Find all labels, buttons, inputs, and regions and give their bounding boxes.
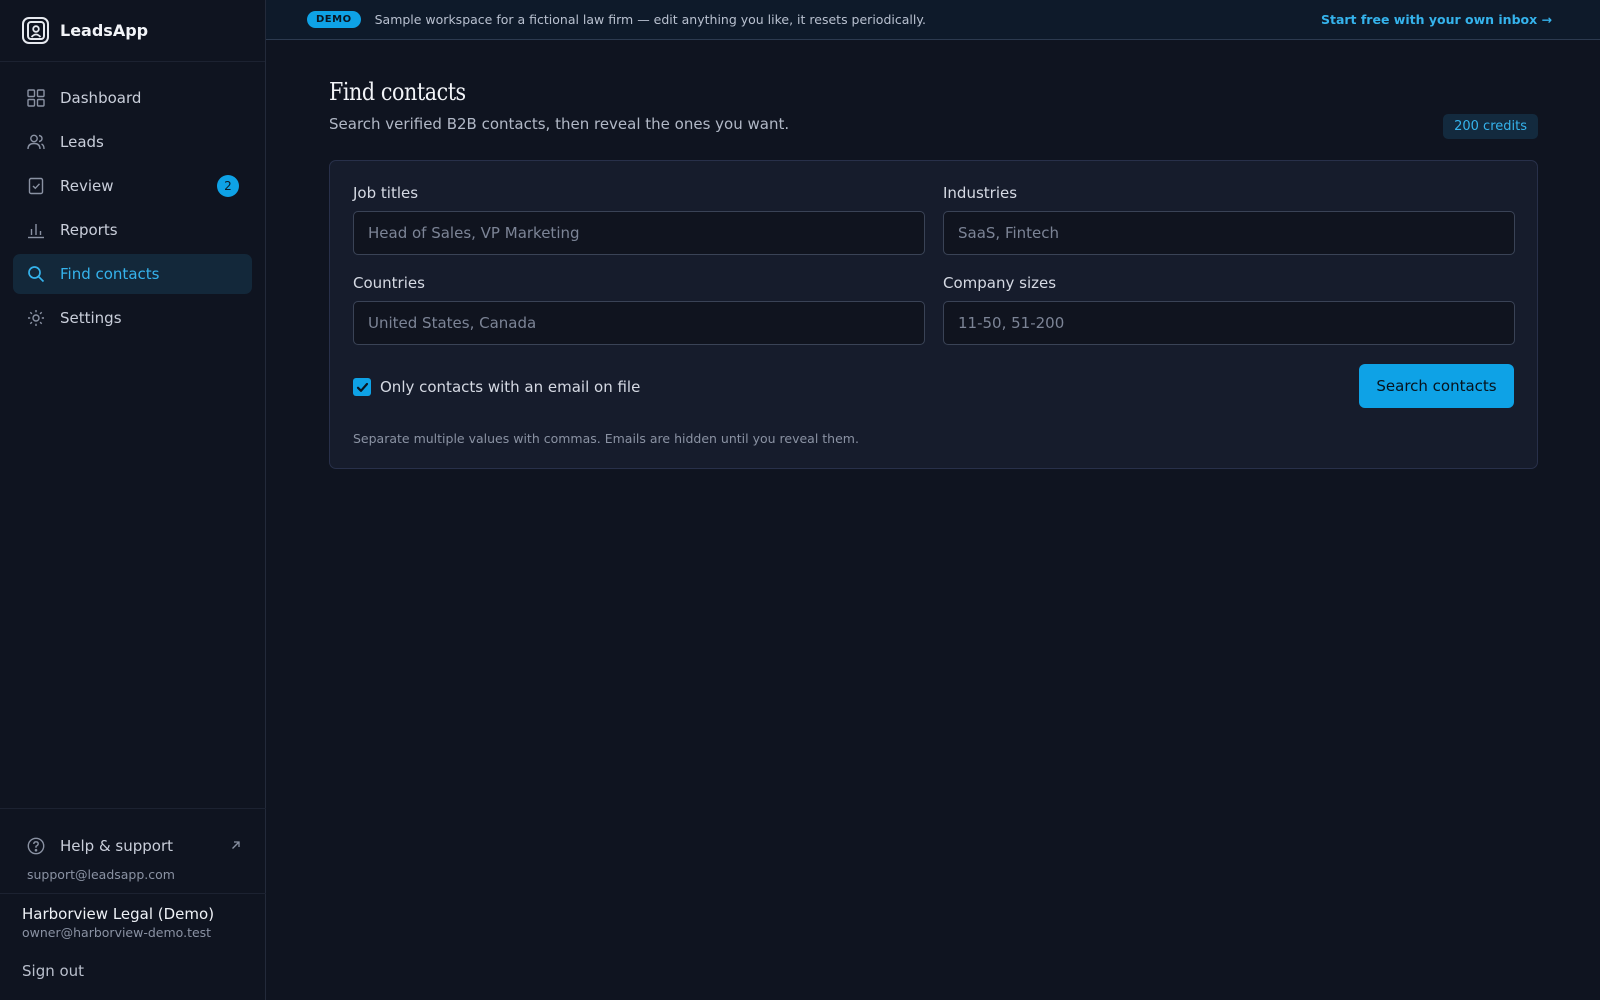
page-title: Find contacts <box>329 78 466 106</box>
page-subtitle: Search verified B2B contacts, then revea… <box>329 115 790 133</box>
form-actions: Only contacts with an email on file Sear… <box>353 364 1514 410</box>
bar-chart-icon <box>27 221 45 239</box>
main-content: Find contacts Search verified B2B contac… <box>329 40 1538 469</box>
company-sizes-input[interactable] <box>943 301 1515 345</box>
sidebar-item-label: Find contacts <box>60 265 160 283</box>
sidebar-item-find-contacts[interactable]: Find contacts <box>13 254 252 294</box>
sidebar-item-label: Leads <box>60 133 104 151</box>
support-email: support@leadsapp.com <box>0 867 266 894</box>
account-info: Harborview Legal (Demo) owner@harborview… <box>0 894 266 1000</box>
help-circle-icon <box>27 837 45 855</box>
help-support-link[interactable]: Help & support <box>13 829 253 863</box>
sidebar-item-label: Settings <box>60 309 122 327</box>
credits-badge: 200 credits <box>1443 114 1538 139</box>
grid-icon <box>27 89 45 107</box>
sidebar-nav: Dashboard Leads Review 2 Reports Find co… <box>0 62 265 338</box>
external-link-icon <box>229 838 243 852</box>
start-free-link[interactable]: Start free with your own inbox → <box>1321 12 1552 27</box>
demo-badge: DEMO <box>307 11 361 28</box>
sidebar-item-settings[interactable]: Settings <box>13 298 252 338</box>
search-icon <box>27 265 45 283</box>
help-support-label: Help & support <box>60 837 174 855</box>
job-titles-label: Job titles <box>353 184 419 202</box>
users-icon <box>27 133 45 151</box>
job-titles-field: Job titles <box>353 184 925 255</box>
app-name: LeadsApp <box>60 21 149 40</box>
logo-icon <box>22 17 49 44</box>
checkmark-icon <box>356 382 368 392</box>
sidebar-footer: Help & support support@leadsapp.com Harb… <box>0 808 266 1000</box>
account-name: Harborview Legal (Demo) <box>22 905 215 923</box>
sidebar-item-label: Reports <box>60 221 118 239</box>
sun-gear-icon <box>27 309 45 327</box>
industries-input[interactable] <box>943 211 1515 255</box>
email-only-checkbox[interactable] <box>353 378 371 396</box>
banner-text: Sample workspace for a fictional law fir… <box>374 12 926 27</box>
sidebar-item-review[interactable]: Review 2 <box>13 166 252 206</box>
industries-field: Industries <box>943 184 1515 255</box>
review-count-badge: 2 <box>217 175 239 197</box>
company-sizes-label: Company sizes <box>943 274 1057 292</box>
sign-out-button[interactable]: Sign out <box>22 962 266 1000</box>
brand[interactable]: LeadsApp <box>0 0 265 62</box>
job-titles-input[interactable] <box>353 211 925 255</box>
countries-input[interactable] <box>353 301 925 345</box>
email-only-label: Only contacts with an email on file <box>380 378 641 396</box>
countries-label: Countries <box>353 274 425 292</box>
sidebar: LeadsApp Dashboard Leads Review 2 Report… <box>0 0 266 1000</box>
email-only-toggle[interactable]: Only contacts with an email on file <box>353 378 640 396</box>
sidebar-item-reports[interactable]: Reports <box>13 210 252 250</box>
industries-label: Industries <box>943 184 1018 202</box>
countries-field: Countries <box>353 274 925 345</box>
form-hint: Separate multiple values with commas. Em… <box>353 431 859 446</box>
checklist-icon <box>27 177 45 195</box>
help-section: Help & support support@leadsapp.com <box>0 808 266 894</box>
search-contacts-button[interactable]: Search contacts <box>1359 364 1514 408</box>
sidebar-item-leads[interactable]: Leads <box>13 122 252 162</box>
company-sizes-field: Company sizes <box>943 274 1515 345</box>
demo-banner: DEMO Sample workspace for a fictional la… <box>266 0 1600 40</box>
sidebar-item-label: Review <box>60 177 114 195</box>
search-fields: Job titles Industries Countries Company … <box>353 184 1515 364</box>
search-form-card: Job titles Industries Countries Company … <box>329 160 1538 469</box>
sidebar-item-dashboard[interactable]: Dashboard <box>13 78 252 118</box>
sidebar-item-label: Dashboard <box>60 89 142 107</box>
account-email: owner@harborview-demo.test <box>22 925 212 940</box>
